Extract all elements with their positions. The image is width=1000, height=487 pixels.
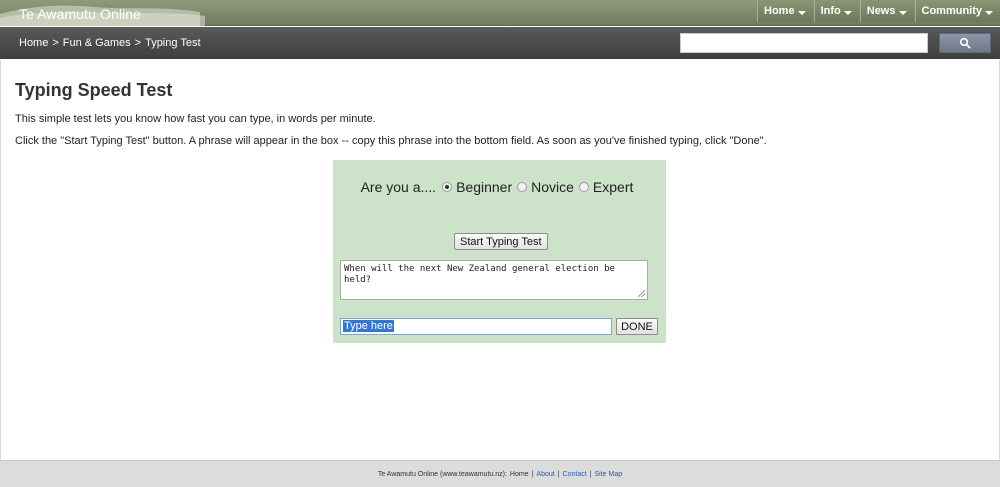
- footer-link-site-map[interactable]: Site Map: [595, 471, 623, 478]
- footer-separator: |: [589, 470, 592, 478]
- main-content: Typing Speed Test This simple test lets …: [15, 80, 985, 157]
- done-button[interactable]: DONE: [616, 318, 658, 335]
- typing-test-panel: Are you a.... Beginner Novice Expert Sta…: [333, 160, 666, 343]
- top-nav: Home Info News Community: [756, 0, 1000, 26]
- breadcrumb-current: Typing Test: [145, 37, 201, 49]
- typing-input[interactable]: Type here: [340, 318, 612, 335]
- nav-home[interactable]: Home: [757, 0, 813, 22]
- level-expert-option[interactable]: Expert: [578, 179, 634, 195]
- footer-text: Te Awamutu Online (www.teawamutu.nz):: [377, 470, 507, 478]
- nav-news[interactable]: News: [859, 0, 914, 22]
- breadcrumb-bar: Home > Fun & Games > Typing Test: [0, 27, 1000, 59]
- level-question: Are you a....: [360, 179, 437, 195]
- phrase-text: When will the next New Zealand general e…: [344, 264, 615, 285]
- nav-info-label: Info: [820, 5, 841, 17]
- footer-link-home[interactable]: Home: [510, 471, 529, 478]
- page-border-left: [0, 60, 1, 460]
- chevron-down-icon: [898, 11, 907, 15]
- footer-link-about[interactable]: About: [536, 471, 554, 478]
- footer-separator: |: [531, 470, 534, 478]
- level-expert-label: Expert: [592, 179, 634, 195]
- search-icon: [959, 37, 971, 49]
- radio-expert[interactable]: [578, 182, 589, 192]
- level-beginner-label: Beginner: [456, 179, 513, 195]
- instructions-text: Click the "Start Typing Test" button. A …: [15, 135, 767, 147]
- nav-community[interactable]: Community: [914, 0, 1000, 22]
- page-title: Typing Speed Test: [15, 80, 173, 100]
- footer-separator: |: [557, 470, 560, 478]
- nav-info[interactable]: Info: [813, 0, 859, 22]
- chevron-down-icon: [985, 11, 993, 15]
- breadcrumb-home[interactable]: Home: [19, 37, 48, 49]
- breadcrumb: Home > Fun & Games > Typing Test: [19, 37, 201, 49]
- level-selector: Are you a.... Beginner Novice Expert: [333, 179, 666, 195]
- search-button[interactable]: [939, 33, 991, 53]
- footer-link-contact[interactable]: Contact: [563, 471, 587, 478]
- intro-text: This simple test lets you know how fast …: [15, 113, 376, 125]
- level-novice-label: Novice: [531, 179, 574, 195]
- typing-input-value: Type here: [343, 320, 394, 332]
- phrase-textarea[interactable]: When will the next New Zealand general e…: [340, 260, 648, 300]
- radio-novice[interactable]: [517, 182, 528, 192]
- breadcrumb-separator: >: [52, 37, 59, 49]
- nav-community-label: Community: [921, 5, 983, 17]
- chevron-down-icon: [797, 11, 806, 15]
- level-beginner-option[interactable]: Beginner: [442, 179, 512, 195]
- site-logo[interactable]: Te Awamutu Online: [0, 0, 210, 26]
- nav-home-label: Home: [764, 5, 795, 17]
- footer: Te Awamutu Online (www.teawamutu.nz): Ho…: [0, 460, 1000, 487]
- breadcrumb-fun-games[interactable]: Fun & Games: [63, 37, 131, 49]
- resize-grip-icon[interactable]: [638, 290, 645, 297]
- search-input[interactable]: [680, 33, 928, 53]
- site-title: Te Awamutu Online: [19, 6, 142, 22]
- top-bar: Te Awamutu Online Home Info News Communi…: [0, 0, 1000, 26]
- radio-beginner[interactable]: [442, 182, 453, 192]
- chevron-down-icon: [843, 11, 852, 15]
- level-novice-option[interactable]: Novice: [517, 179, 574, 195]
- nav-news-label: News: [866, 5, 896, 17]
- start-typing-test-button[interactable]: Start Typing Test: [454, 233, 548, 250]
- breadcrumb-separator: >: [134, 37, 142, 49]
